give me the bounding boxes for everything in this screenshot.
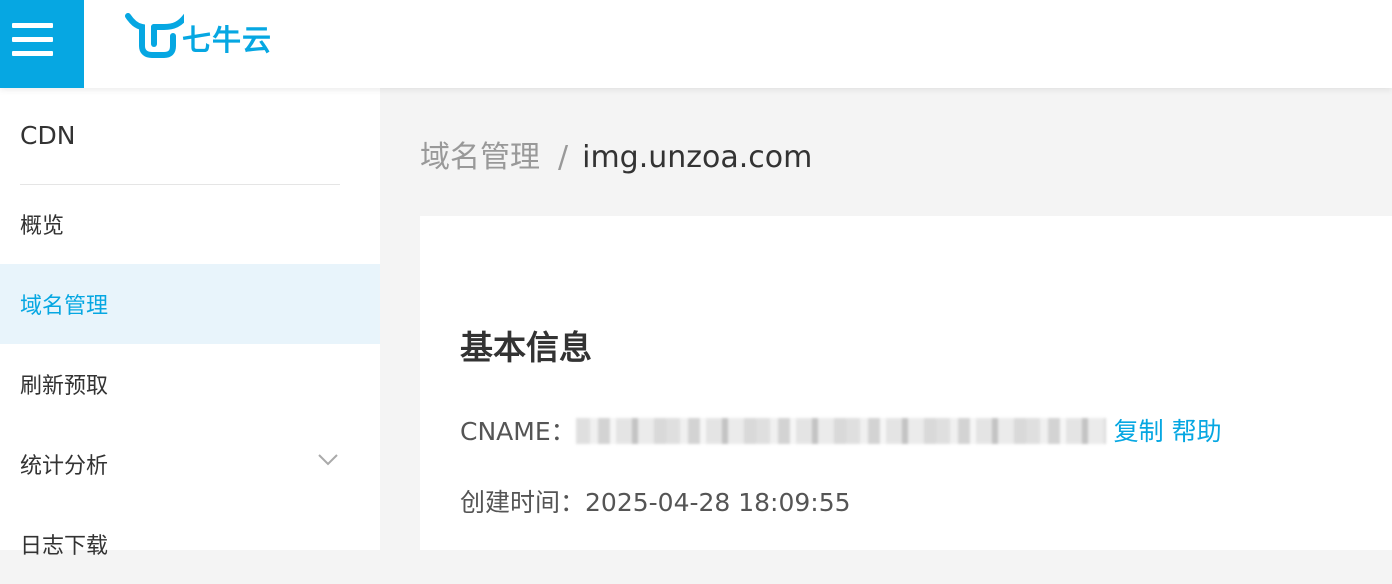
created-time-value: 2025-04-28 18:09:55 — [585, 488, 851, 517]
brand-logo[interactable]: 七牛云 — [124, 12, 289, 60]
sidebar-item-label: 统计分析 — [20, 454, 109, 479]
cname-label: CNAME： — [460, 417, 576, 446]
created-time-row: 创建时间：2025-04-28 18:09:55 — [460, 483, 851, 519]
breadcrumb-current: img.unzoa.com — [582, 140, 813, 175]
breadcrumb-separator: / — [558, 140, 569, 175]
sidebar-item-domain-management[interactable]: 域名管理 — [0, 264, 380, 344]
main-content: 域名管理 / img.unzoa.com 基本信息 CNAME： 复制 帮助 创建时间：… — [380, 88, 1392, 550]
bull-logo-icon — [125, 13, 184, 58]
help-link[interactable]: 帮助 — [1172, 417, 1222, 446]
breadcrumb: 域名管理 / img.unzoa.com — [420, 132, 812, 176]
sidebar-item-label: 概览 — [20, 214, 65, 239]
top-bar: 七牛云 — [0, 0, 1392, 88]
section-title: 基本信息 — [460, 328, 592, 367]
sidebar-item-log-download[interactable]: 日志下载 — [0, 504, 380, 584]
chevron-down-icon — [318, 454, 338, 466]
hamburger-line — [12, 51, 53, 56]
hamburger-line — [12, 37, 53, 42]
cname-value-redacted — [575, 418, 1106, 444]
hamburger-line — [12, 23, 53, 28]
breadcrumb-parent-link[interactable]: 域名管理 — [420, 140, 540, 175]
cname-row: CNAME： 复制 帮助 — [460, 412, 1222, 448]
created-time-label: 创建时间： — [460, 488, 586, 517]
sidebar-item-label: 刷新预取 — [20, 374, 109, 399]
basic-info-card: 基本信息 CNAME： 复制 帮助 创建时间：2025-04-28 18:09:55 — [420, 216, 1392, 550]
sidebar-item-refresh-prefetch[interactable]: 刷新预取 — [0, 344, 380, 424]
sidebar-item-label: 日志下载 — [20, 534, 109, 559]
sidebar-title: CDN — [20, 121, 76, 150]
copy-link[interactable]: 复制 — [1114, 417, 1164, 446]
sidebar-item-overview[interactable]: 概览 — [0, 184, 380, 264]
sidebar-item-label: 域名管理 — [20, 294, 109, 319]
menu-toggle-button[interactable] — [0, 0, 84, 88]
sidebar-item-statistics[interactable]: 统计分析 — [0, 424, 380, 504]
sidebar: CDN 概览 域名管理 刷新预取 统计分析 日志下载 — [0, 88, 380, 559]
brand-name: 七牛云 — [182, 23, 273, 57]
